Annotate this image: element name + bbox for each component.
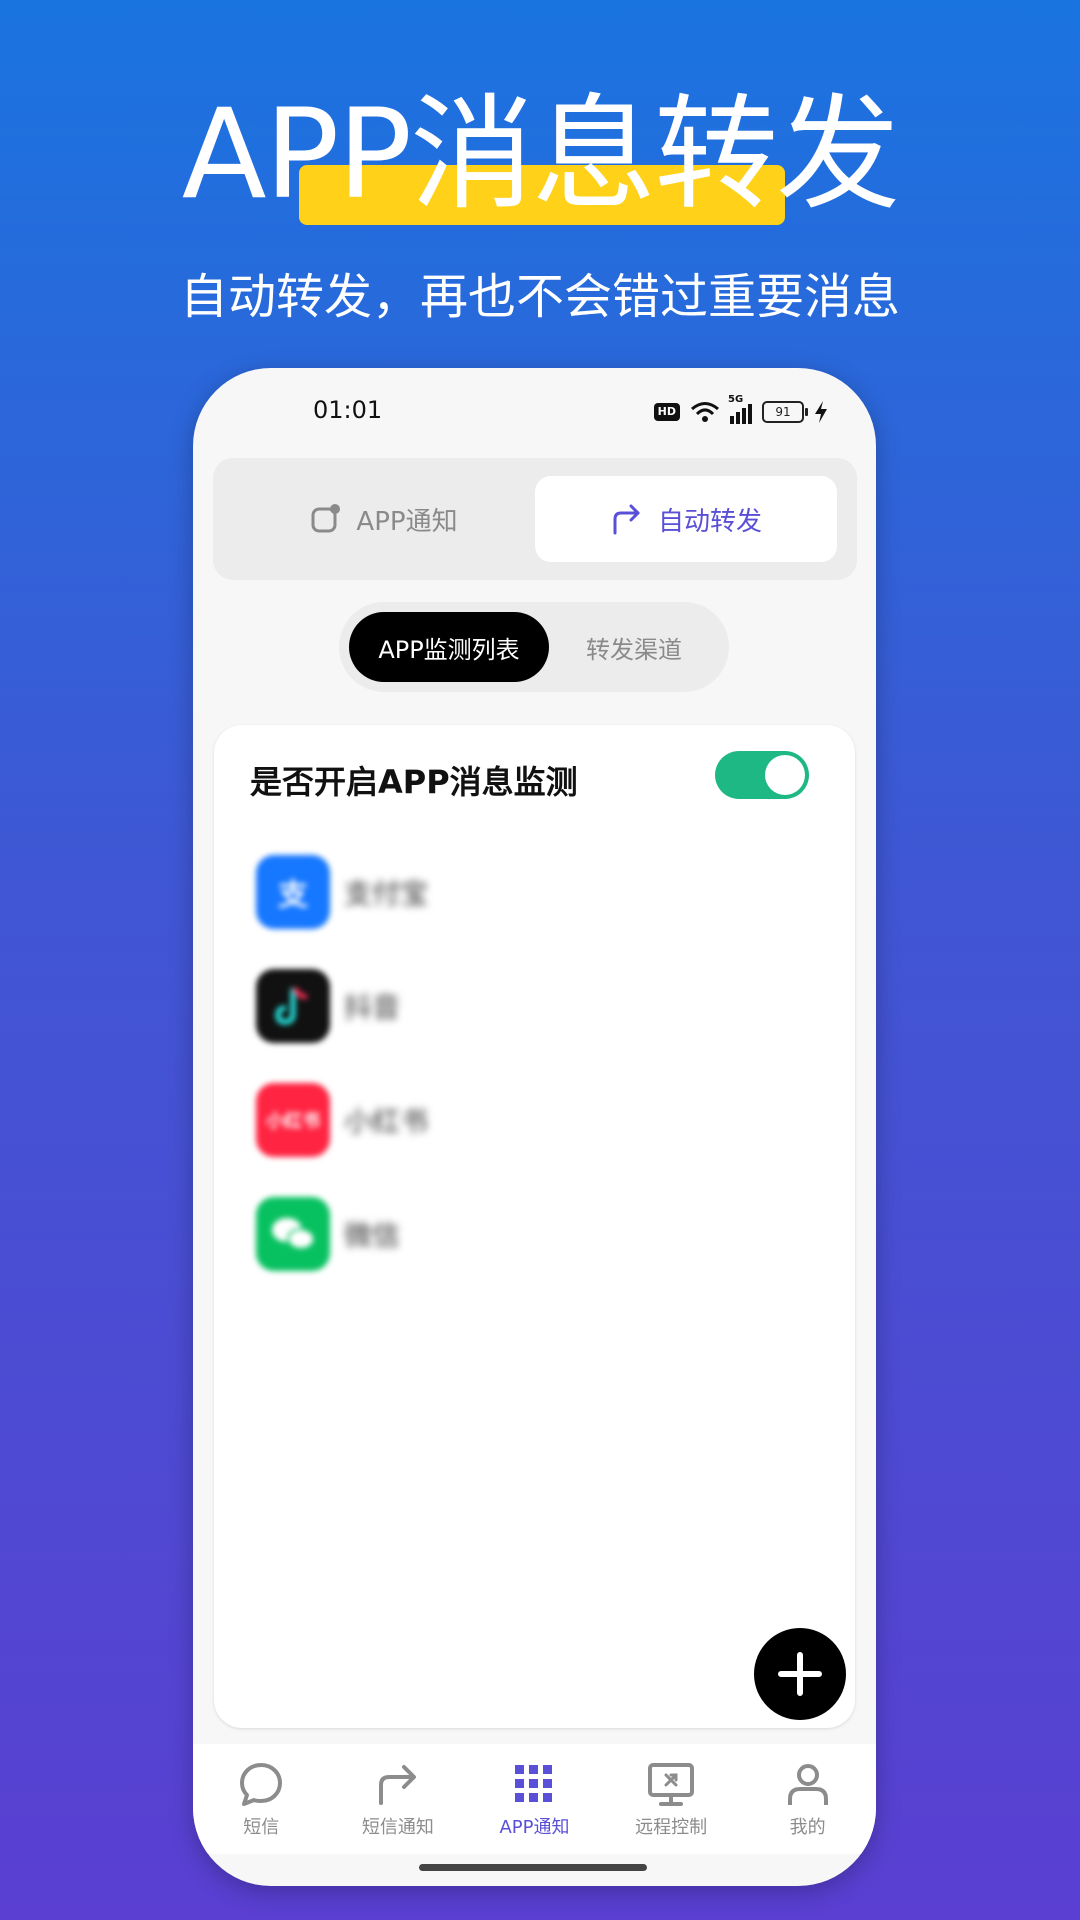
wifi-icon — [691, 402, 719, 422]
list-item[interactable]: 支 支付宝 — [256, 835, 428, 949]
battery-icon: 91 — [762, 401, 808, 423]
tab-app-monitor-list[interactable]: APP监测列表 — [349, 612, 549, 682]
tab-auto-forward-label: 自动转发 — [657, 506, 762, 537]
toggle-knob — [765, 755, 805, 795]
nav-app-notification-label: APP通知 — [499, 1817, 570, 1838]
nav-profile[interactable]: 我的 — [739, 1744, 876, 1854]
network-type: 5G — [728, 394, 744, 405]
nav-sms-label: 短信 — [243, 1817, 280, 1838]
hd-icon: HD — [653, 403, 680, 421]
add-app-button[interactable] — [754, 1628, 846, 1720]
monitor-title: 是否开启APP消息监测 — [250, 763, 578, 801]
bottom-nav: 短信 短信通知 APP通知 远程控制 我的 — [193, 1744, 876, 1854]
user-icon — [787, 1764, 828, 1805]
douyin-icon — [256, 969, 330, 1043]
plus-icon — [778, 1652, 822, 1696]
top-segmented-control: APP通知 自动转发 — [213, 458, 857, 580]
chat-bubble-icon — [240, 1763, 283, 1806]
sub-segmented-control: APP监测列表 转发渠道 — [339, 602, 729, 692]
grid-icon — [515, 1765, 553, 1802]
app-name: 小红书 — [344, 1105, 429, 1138]
charging-icon — [815, 401, 827, 423]
forward-arrow-icon — [613, 504, 640, 535]
app-name: 抖音 — [344, 991, 401, 1024]
nav-sms[interactable]: 短信 — [193, 1744, 330, 1854]
phone-frame: 01:01 HD 5G 91 APP通知 自动转发 APP监测列表 转发渠道 是… — [193, 368, 876, 1886]
nav-app-notification[interactable]: APP通知 — [466, 1744, 603, 1854]
status-icons: HD 5G 91 — [653, 394, 828, 426]
status-bar: 01:01 HD 5G 91 — [193, 368, 876, 448]
home-indicator — [419, 1864, 647, 1871]
nav-profile-label: 我的 — [789, 1817, 826, 1838]
forward-arrow-icon — [378, 1765, 416, 1805]
list-item[interactable]: 小红书 小红书 — [256, 1063, 428, 1177]
remote-monitor-icon — [648, 1763, 695, 1806]
nav-sms-notification[interactable]: 短信通知 — [330, 1744, 467, 1854]
wechat-icon — [256, 1197, 330, 1271]
tab-forward-channel[interactable]: 转发渠道 — [549, 612, 719, 682]
list-item[interactable]: 抖音 — [256, 949, 428, 1063]
nav-remote-control-label: 远程控制 — [635, 1817, 708, 1838]
app-name: 支付宝 — [344, 877, 429, 910]
app-name: 微信 — [344, 1219, 401, 1252]
status-time: 01:01 — [313, 396, 383, 424]
nav-remote-control[interactable]: 远程控制 — [603, 1744, 740, 1854]
xiaohongshu-icon: 小红书 — [256, 1083, 330, 1157]
monitor-toggle[interactable] — [715, 751, 809, 799]
monitor-card: 是否开启APP消息监测 支 支付宝 抖音 小红书 小红书 微信 — [214, 725, 855, 1728]
signal-icon: 5G — [728, 394, 752, 424]
hero-title: APP消息转发 — [0, 80, 1080, 230]
tab-app-notification-label: APP通知 — [356, 506, 458, 537]
hero-subtitle: 自动转发，再也不会错过重要消息 — [179, 269, 900, 325]
notification-icon — [311, 504, 341, 533]
list-item[interactable]: 微信 — [256, 1177, 428, 1291]
nav-sms-notification-label: 短信通知 — [361, 1817, 434, 1838]
alipay-icon: 支 — [256, 855, 330, 929]
hero-title-text: APP消息转发 — [181, 83, 900, 227]
app-list: 支 支付宝 抖音 小红书 小红书 微信 — [256, 835, 428, 1291]
tab-app-notification[interactable]: APP通知 — [233, 476, 535, 562]
tab-auto-forward[interactable]: 自动转发 — [535, 476, 837, 562]
